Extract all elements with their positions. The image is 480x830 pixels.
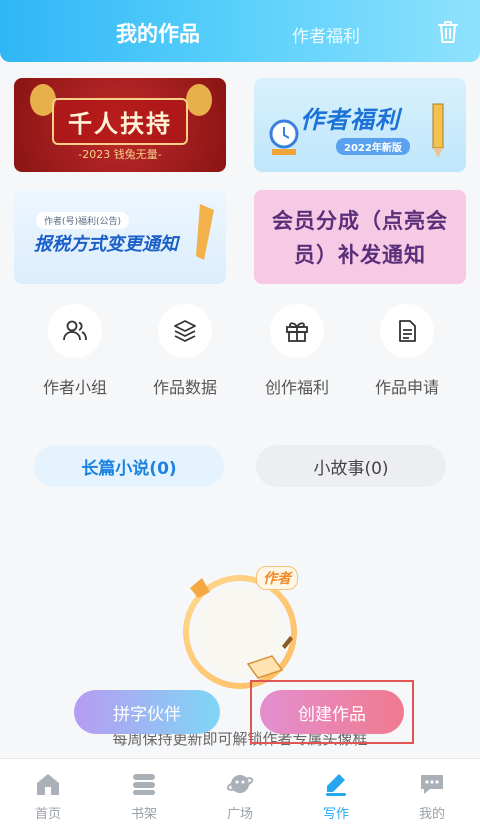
works-data-button[interactable]: 作品数据 — [140, 304, 230, 398]
banner-title-line2: 员）补发通知 — [294, 243, 426, 267]
banner-benefits[interactable]: 作者福利 2022年新版 — [254, 78, 466, 172]
banner-title: 千人扶持 — [52, 98, 188, 145]
planet-icon — [226, 775, 254, 793]
banner-title: 报税方式变更通知 — [34, 234, 178, 255]
nav-home-label: 首页 — [34, 807, 61, 822]
nav-write[interactable]: 写作 — [288, 759, 384, 830]
category-long-novel[interactable]: 长篇小说(0) — [34, 445, 224, 487]
banner-subtitle: 2022年新版 — [336, 138, 410, 155]
author-group-label: 作者小组 — [42, 378, 107, 397]
works-data-label: 作品数据 — [152, 378, 217, 397]
nav-write-label: 写作 — [322, 807, 349, 822]
nav-bookshelf[interactable]: 书架 — [96, 759, 192, 830]
highlight-box — [250, 680, 414, 744]
trash-button[interactable] — [434, 18, 462, 46]
banner-tax-notice[interactable]: 作者(号)福利(公告) 报税方式变更通知 — [14, 190, 226, 284]
gift-icon — [286, 322, 308, 342]
author-group-button[interactable]: 作者小组 — [30, 304, 120, 398]
layers-icon — [174, 320, 196, 342]
category-short-story[interactable]: 小故事(0) — [256, 445, 446, 487]
banner-member-notice[interactable]: 会员分成（点亮会 员）补发通知 — [254, 190, 466, 284]
pencil-icon — [432, 103, 444, 158]
pen-icon — [326, 774, 346, 796]
top-header: 我的作品 作者福利 — [0, 0, 480, 62]
nav-bookshelf-label: 书架 — [130, 807, 157, 822]
nav-mine[interactable]: 我的 — [384, 759, 480, 830]
nav-square[interactable]: 广场 — [192, 759, 288, 830]
banner-subtitle: -2023 钱兔无量- — [78, 148, 162, 161]
bookshelf-icon — [133, 774, 155, 795]
creation-benefits-button[interactable]: 创作福利 — [252, 304, 342, 398]
users-icon — [63, 320, 87, 341]
author-illustration: 作者 — [170, 560, 310, 700]
tab-author-benefits[interactable]: 作者福利 — [292, 22, 360, 47]
bottom-nav: 首页 书架 广场 写作 我的 — [0, 758, 480, 830]
banner-support[interactable]: 千人扶持 -2023 钱兔无量- — [14, 78, 226, 172]
pen-icon — [196, 204, 214, 260]
nav-mine-label: 我的 — [418, 807, 445, 822]
banner-title: 作者福利 — [300, 106, 400, 134]
creation-benefits-label: 创作福利 — [264, 378, 329, 397]
nav-square-label: 广场 — [226, 807, 253, 822]
home-icon — [37, 774, 59, 795]
tab-my-works[interactable]: 我的作品 — [116, 18, 200, 48]
chat-icon — [421, 775, 443, 794]
author-badge: 作者 — [256, 566, 298, 590]
works-application-button[interactable]: 作品申请 — [362, 304, 452, 398]
banner-tag: 作者(号)福利(公告) — [36, 212, 130, 229]
document-icon — [399, 320, 416, 342]
clock-icon — [269, 119, 299, 155]
banner-title-line1: 会员分成（点亮会 — [272, 209, 448, 233]
works-application-label: 作品申请 — [374, 378, 439, 397]
trash-icon — [438, 21, 458, 43]
typing-partner-button[interactable]: 拼字伙伴 — [74, 690, 220, 734]
nav-home[interactable]: 首页 — [0, 759, 96, 830]
